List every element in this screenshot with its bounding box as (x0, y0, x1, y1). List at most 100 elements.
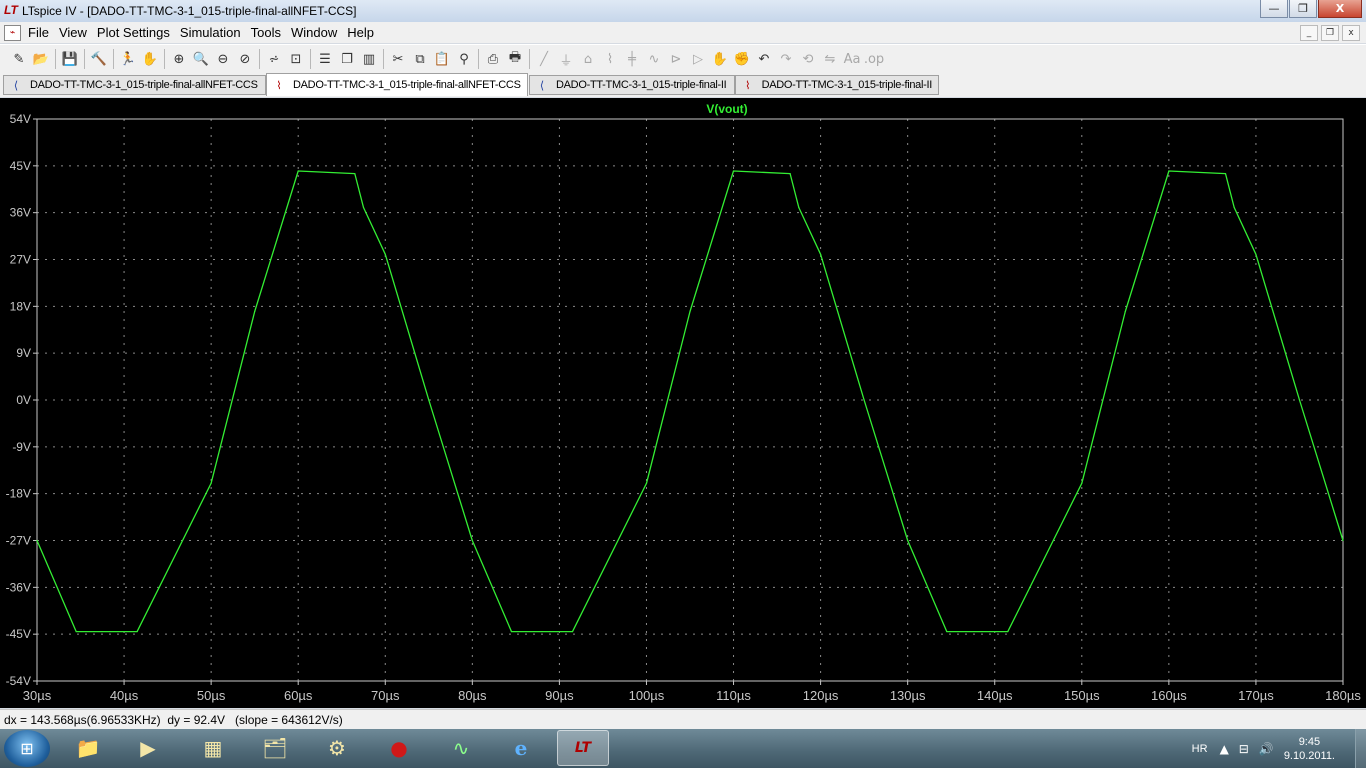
pan-hand-icon[interactable]: ✋ (139, 48, 161, 70)
trace-point (946, 630, 948, 633)
resistor-icon[interactable]: ⌇ (599, 48, 621, 70)
clock[interactable]: 9:45 9.10.2011. (1284, 735, 1335, 763)
explorer-icon[interactable]: 📁 (62, 730, 114, 766)
control-panel-icon[interactable]: 🔨 (88, 48, 110, 70)
waveform-plot[interactable]: 54V 45V 36V 27V 18V 9V 0V -9V -18V -27V -36V -45V -5… (0, 98, 1366, 708)
x-tick-label: 120µs (803, 688, 839, 703)
pump-icon[interactable]: ⚙ (311, 730, 363, 766)
waveform-icon: ⌇ (276, 78, 282, 92)
trace-point (297, 170, 299, 172)
window-controls: — ❐ X (1259, 0, 1362, 18)
zoom-area-icon[interactable]: 🔍 (190, 48, 212, 70)
windows-logo-icon[interactable]: ⊞ (4, 730, 50, 767)
show-desktop-button[interactable] (1355, 729, 1366, 768)
minimize-button[interactable]: — (1260, 0, 1288, 18)
close-button[interactable]: X (1318, 0, 1362, 18)
doc-minimize-button[interactable]: _ (1300, 25, 1318, 41)
x-tick-label: 150µs (1064, 688, 1100, 703)
tile-vertical-icon[interactable]: ▥ (358, 48, 380, 70)
label-icon[interactable]: ⌂ (577, 48, 599, 70)
zoom-cancel-icon[interactable]: ⊘ (234, 48, 256, 70)
media-player-icon[interactable]: ▶ (122, 730, 174, 766)
menu-view[interactable]: View (59, 25, 87, 40)
trace-point (384, 253, 386, 255)
security-icon[interactable]: ● (373, 730, 425, 766)
doc-close-button[interactable]: x (1342, 25, 1360, 41)
folder-icon[interactable]: 🗂 (249, 730, 301, 766)
cascade-icon[interactable]: ❐ (336, 48, 358, 70)
network-icon[interactable]: ⊟ (1239, 742, 1249, 756)
office-icon[interactable]: ▦ (187, 730, 239, 766)
paste-icon[interactable]: 📋 (431, 48, 453, 70)
copy-icon[interactable]: ⧉ (409, 48, 431, 70)
menu-simulation[interactable]: Simulation (180, 25, 241, 40)
cut-icon[interactable]: ✂ (387, 48, 409, 70)
menu-plot-settings[interactable]: Plot Settings (97, 25, 170, 40)
tab-waveform-allnfet[interactable]: ⌇ DADO-TT-TMC-3-1_015-triple-final-allNF… (266, 73, 528, 96)
trace-point (1224, 173, 1227, 175)
autorange-icon[interactable]: ⩫ (263, 48, 285, 70)
menu-help[interactable]: Help (347, 25, 374, 40)
menu-tools[interactable]: Tools (251, 25, 281, 40)
toolbar: ✎ 📂 💾 🔨 🏃 ✋ ⊕ 🔍 ⊖ ⊘ ⩫ ⊡ ☰ ❐ ▥ ✂ ⧉ 📋 ⚲ ⎙ 🖶 ╱ ⏚ ⌂ ⌇ ╪ ∿ ⊳ ▷ ✋ ✊ ↶ ↷ ⟲ ⇋ Aa .op (0, 44, 1366, 74)
trace-vout (36, 170, 1344, 633)
tab-waveform-final-ii[interactable]: ⌇ DADO-TT-TMC-3-1_015-triple-final-II (735, 75, 939, 95)
new-schematic-icon[interactable]: ✎ (8, 48, 30, 70)
trace-point (36, 539, 38, 542)
doc-restore-button[interactable]: ❐ (1321, 25, 1339, 41)
y-tick-label: 54V (10, 112, 31, 126)
waveform-icon: ⌇ (745, 78, 751, 92)
inductor-icon[interactable]: ∿ (643, 48, 665, 70)
redo-icon[interactable]: ↷ (775, 48, 797, 70)
rotate-icon[interactable]: ⟲ (797, 48, 819, 70)
trace-point (689, 310, 691, 313)
open-folder-icon[interactable]: 📂 (30, 48, 52, 70)
mirror-icon[interactable]: ⇋ (819, 48, 841, 70)
toolbar-separator (164, 49, 165, 69)
status-bar: dx = 143.568µs(6.96533KHz) dy = 92.4V (s… (0, 709, 1366, 730)
toolbar-separator (383, 49, 384, 69)
trace-point (645, 482, 648, 484)
drag-icon[interactable]: ✊ (731, 48, 753, 70)
y-tick-label: 36V (10, 206, 31, 220)
document-icon[interactable]: ⌁ (4, 25, 21, 41)
undo-icon[interactable]: ↶ (753, 48, 775, 70)
tab-schematic-allnfet[interactable]: ⟨ DADO-TT-TMC-3-1_015-triple-final-allNF… (3, 75, 266, 95)
zoom-in-icon[interactable]: ⊕ (168, 48, 190, 70)
wire-icon[interactable]: ╱ (533, 48, 555, 70)
menu-window[interactable]: Window (291, 25, 337, 40)
tile-horizontal-icon[interactable]: ☰ (314, 48, 336, 70)
show-hidden-icons-icon[interactable]: ▲ (1220, 742, 1229, 756)
restore-button[interactable]: ❐ (1289, 0, 1317, 18)
ltspice-icon[interactable]: LT (557, 730, 609, 766)
ground-icon[interactable]: ⏚ (555, 48, 577, 70)
diode-icon[interactable]: ⊳ (665, 48, 687, 70)
y-tick-label: -54V (6, 674, 31, 688)
zoom-out-icon[interactable]: ⊖ (212, 48, 234, 70)
tab-label: DADO-TT-TMC-3-1_015-triple-final-allNFET… (30, 79, 258, 91)
menu-file[interactable]: File (28, 25, 49, 40)
find-icon[interactable]: ⚲ (453, 48, 475, 70)
menu-bar: ⌁ File View Plot Settings Simulation Too… (0, 22, 1366, 43)
menu-items: File View Plot Settings Simulation Tools… (28, 25, 384, 40)
language-indicator[interactable]: HR (1192, 743, 1208, 755)
x-tick-label: 170µs (1238, 688, 1274, 703)
trace-point (428, 399, 430, 401)
run-icon[interactable]: 🏃 (117, 48, 139, 70)
trace-point (254, 310, 256, 313)
component-icon[interactable]: ▷ (687, 48, 709, 70)
waveform-plot-pane[interactable]: 54V 45V 36V 27V 18V 9V 0V -9V -18V -27V -36V -45V -5… (0, 98, 1366, 708)
volume-icon[interactable]: 🔊 (1259, 742, 1274, 756)
move-icon[interactable]: ✋ (709, 48, 731, 70)
print-preview-icon[interactable]: ⎙ (482, 48, 504, 70)
internet-explorer-icon[interactable]: e (495, 730, 547, 766)
text-icon[interactable]: Aa (841, 48, 863, 70)
trace-point (789, 173, 791, 175)
oscilloscope-icon[interactable]: ∿ (435, 730, 487, 766)
print-icon[interactable]: 🖶 (504, 48, 526, 70)
capacitor-icon[interactable]: ╪ (621, 48, 643, 70)
save-icon[interactable]: 💾 (59, 48, 81, 70)
spice-directive-icon[interactable]: .op (863, 48, 885, 70)
zoom-fit-icon[interactable]: ⊡ (285, 48, 307, 70)
tab-schematic-final-ii[interactable]: ⟨ DADO-TT-TMC-3-1_015-triple-final-II (529, 75, 735, 95)
